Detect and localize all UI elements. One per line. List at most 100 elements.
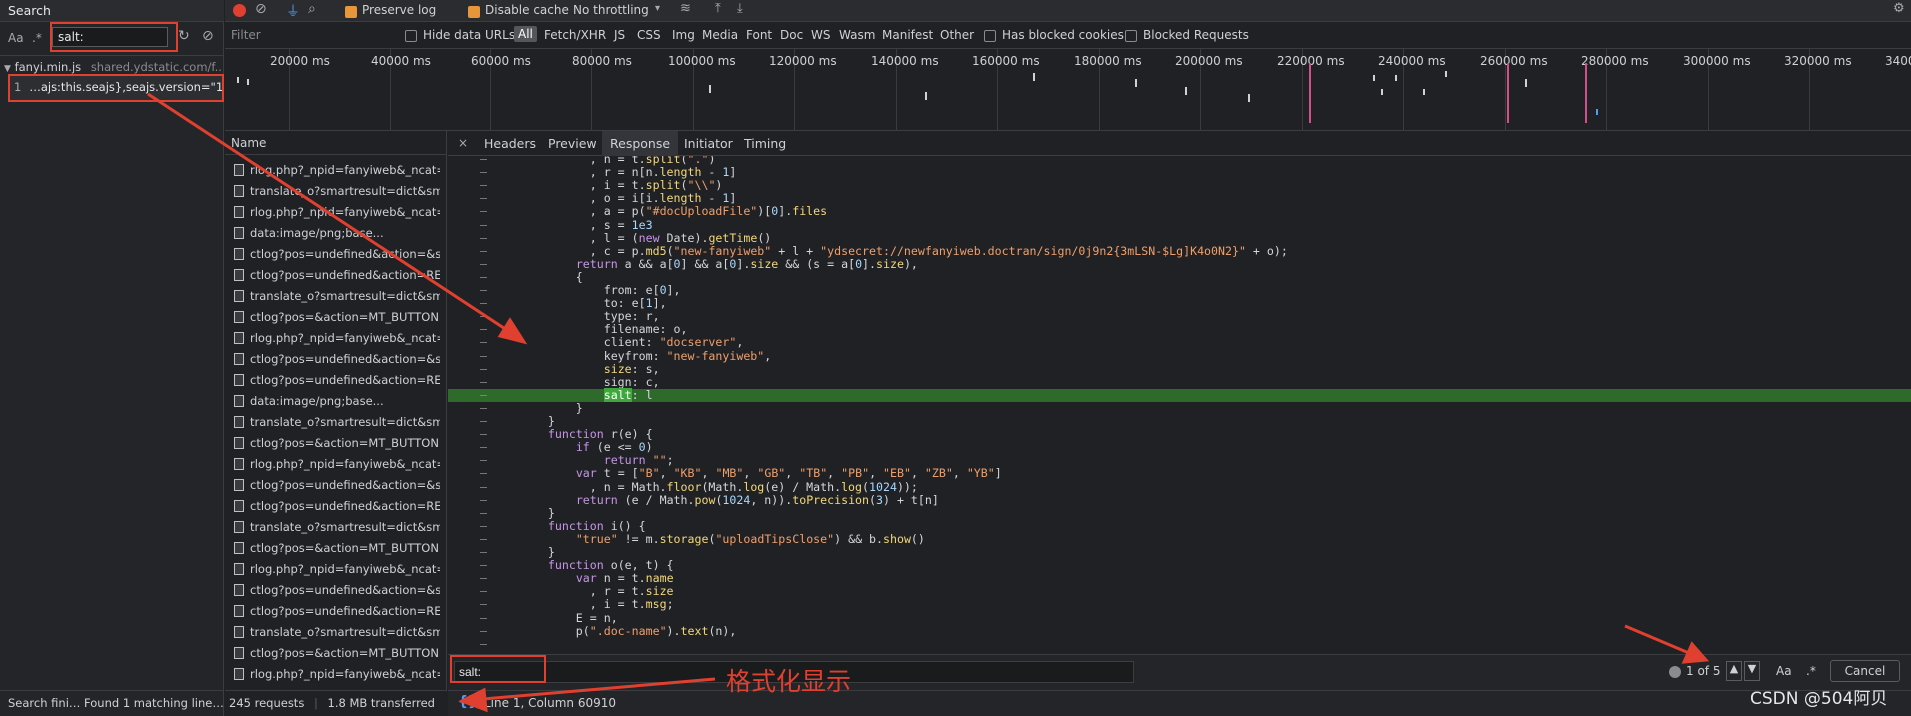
search-icon[interactable]: ⌕: [308, 1, 316, 17]
tab-timing[interactable]: Timing: [744, 136, 786, 151]
request-row[interactable]: ctlog?pos=&action=MT_BUTTON...: [230, 538, 440, 559]
find-match-case-button[interactable]: Aa: [1776, 664, 1792, 678]
request-row[interactable]: ctlog?pos=undefined&action=RE...: [230, 370, 440, 391]
response-tabs: × Headers Preview Response Initiator Tim…: [448, 131, 1911, 156]
request-name: ctlog?pos=&action=MT_BUTTON...: [250, 436, 440, 450]
response-code-view[interactable]: – , n = t.split(".") – , r = n[n.length -…: [448, 156, 1911, 654]
request-row[interactable]: rlog.php?_npid=fanyiweb&_ncat=...: [230, 559, 440, 580]
find-prev-icon[interactable]: ▲: [1726, 661, 1742, 681]
code-text: size: s,: [603, 361, 660, 376]
gear-icon[interactable]: ⚙: [1893, 1, 1905, 16]
document-icon: [234, 521, 244, 533]
cursor-status-bar: {} Line 1, Column 60910: [448, 690, 1911, 716]
request-row[interactable]: ctlog?pos=&action=MT_BUTTON...: [230, 643, 440, 664]
filter-type-wasm[interactable]: Wasm: [839, 28, 875, 42]
document-icon: [234, 164, 244, 176]
match-case-button[interactable]: Aa: [8, 31, 24, 45]
request-row[interactable]: translate_o?smartresult=dict&sm...: [230, 286, 440, 307]
timeline-tick: 60000 ms: [471, 54, 531, 68]
filter-type-manifest[interactable]: Manifest: [882, 28, 933, 42]
request-row[interactable]: ctlog?pos=&action=MT_BUTTON...: [230, 307, 440, 328]
clear-log-icon[interactable]: ⊘: [255, 1, 267, 17]
tab-preview[interactable]: Preview: [548, 136, 597, 151]
wifi-icon[interactable]: ≋: [680, 1, 691, 16]
request-row[interactable]: ctlog?pos=undefined&action=RE...: [230, 265, 440, 286]
document-icon: [234, 395, 244, 407]
timeline-overview[interactable]: 20000 ms 40000 ms 60000 ms 80000 ms 1000…: [225, 49, 1911, 131]
close-icon[interactable]: ×: [458, 136, 468, 150]
throttling-select[interactable]: No throttling: [573, 3, 649, 17]
download-icon[interactable]: ⤓: [737, 1, 743, 16]
find-regex-button[interactable]: .*: [1806, 664, 1816, 678]
request-name: rlog.php?_npid=fanyiweb&_ncat=...: [250, 562, 440, 576]
request-row[interactable]: ctlog?pos=undefined&action=RE...: [230, 601, 440, 622]
record-icon[interactable]: [233, 4, 246, 17]
filter-type-css[interactable]: CSS: [637, 28, 661, 42]
code-line: –: [448, 637, 1911, 651]
request-name: ctlog?pos=&action=MT_BUTTON...: [250, 541, 440, 555]
request-row[interactable]: rlog.php?_npid=fanyiweb&_ncat=...: [230, 160, 440, 181]
request-row[interactable]: ctlog?pos=undefined&action=RE...: [230, 496, 440, 517]
filter-type-img[interactable]: Img: [672, 28, 695, 42]
request-row[interactable]: rlog.php?_npid=fanyiweb&_ncat=...: [230, 202, 440, 223]
filter-type-all[interactable]: All: [514, 26, 537, 42]
request-row[interactable]: ctlog?pos=undefined&action=&se...: [230, 475, 440, 496]
filter-type-font[interactable]: Font: [746, 28, 772, 42]
chevron-down-icon[interactable]: ▾: [655, 3, 660, 14]
find-cancel-button[interactable]: Cancel: [1830, 660, 1900, 682]
filter-type-media[interactable]: Media: [702, 28, 738, 42]
filter-type-doc[interactable]: Doc: [780, 28, 803, 42]
request-name: data:image/png;base...: [250, 394, 384, 408]
code-line: – "true" != m.storage("uploadTipsClose")…: [480, 531, 925, 546]
hide-data-urls-checkbox[interactable]: [405, 28, 417, 42]
cursor-position: Line 1, Column 60910: [484, 696, 617, 710]
request-row[interactable]: translate_o?smartresult=dict&sm...: [230, 181, 440, 202]
request-row[interactable]: translate_o?smartresult=dict&sm...: [230, 412, 440, 433]
result-file-origin: shared.ydstatic.com/f...: [90, 60, 222, 74]
refresh-icon[interactable]: ↻: [178, 28, 190, 44]
document-icon: [234, 332, 244, 344]
filter-type-fetch-xhr[interactable]: Fetch/XHR: [544, 28, 606, 42]
request-row[interactable]: translate_o?smartresult=dict&sm...: [230, 517, 440, 538]
hide-data-urls-label: Hide data URLs: [423, 28, 516, 42]
blocked-requests-checkbox[interactable]: [1125, 28, 1137, 42]
code-line: – sign: c,: [480, 374, 660, 389]
has-blocked-cookies-checkbox[interactable]: [984, 28, 996, 42]
request-row[interactable]: rlog.php?_npid=fanyiweb&_ncat=...: [230, 328, 440, 349]
request-row[interactable]: ctlog?pos=undefined&action=&se...: [230, 580, 440, 601]
upload-icon[interactable]: ⤒: [715, 1, 721, 16]
clear-find-icon[interactable]: [1669, 666, 1681, 678]
request-row[interactable]: ctlog?pos=&action=MT_BUTTON...: [230, 433, 440, 454]
request-row[interactable]: rlog.php?_npid=fanyiweb&_ncat=...: [230, 454, 440, 475]
clear-icon[interactable]: ⊘: [202, 28, 214, 44]
search-tab[interactable]: Search: [0, 0, 224, 22]
pretty-print-icon[interactable]: {}: [458, 694, 478, 710]
document-icon: [234, 584, 244, 596]
request-row[interactable]: ctlog?pos=undefined&action=&se...: [230, 244, 440, 265]
disable-cache-checkbox[interactable]: [468, 4, 480, 19]
devtools-window: Search Aa .* ↻ ⊘ ▼ fanyi.min.js shared.y…: [0, 0, 1911, 716]
request-count: 245 requests: [229, 696, 305, 710]
document-icon: [234, 668, 244, 680]
preserve-log-checkbox[interactable]: [345, 4, 357, 19]
find-next-icon[interactable]: ▼: [1744, 661, 1760, 681]
code-text: , i = t.msg;: [506, 597, 674, 612]
regex-button[interactable]: .*: [32, 31, 42, 45]
document-icon: [234, 542, 244, 554]
tab-response[interactable]: Response: [602, 131, 679, 156]
request-row[interactable]: data:image/png;base...: [230, 391, 440, 412]
filter-type-ws[interactable]: WS: [811, 28, 830, 42]
tab-headers[interactable]: Headers: [484, 136, 536, 151]
filter-type-js[interactable]: JS: [614, 28, 625, 42]
request-row[interactable]: rlog.php?_npid=fanyiweb&_ncat=...: [230, 664, 440, 685]
filter-icon[interactable]: ⏚: [286, 1, 300, 21]
tab-initiator[interactable]: Initiator: [684, 136, 733, 151]
result-file-row[interactable]: ▼ fanyi.min.js shared.ydstatic.com/f...: [4, 60, 222, 74]
request-row[interactable]: data:image/png;base...: [230, 223, 440, 244]
request-list-header[interactable]: Name: [225, 131, 447, 155]
request-row[interactable]: ctlog?pos=undefined&action=&se...: [230, 349, 440, 370]
request-row[interactable]: translate_o?smartresult=dict&sm...: [230, 622, 440, 643]
filter-input[interactable]: Filter: [231, 28, 261, 42]
filter-type-other[interactable]: Other: [940, 28, 974, 42]
